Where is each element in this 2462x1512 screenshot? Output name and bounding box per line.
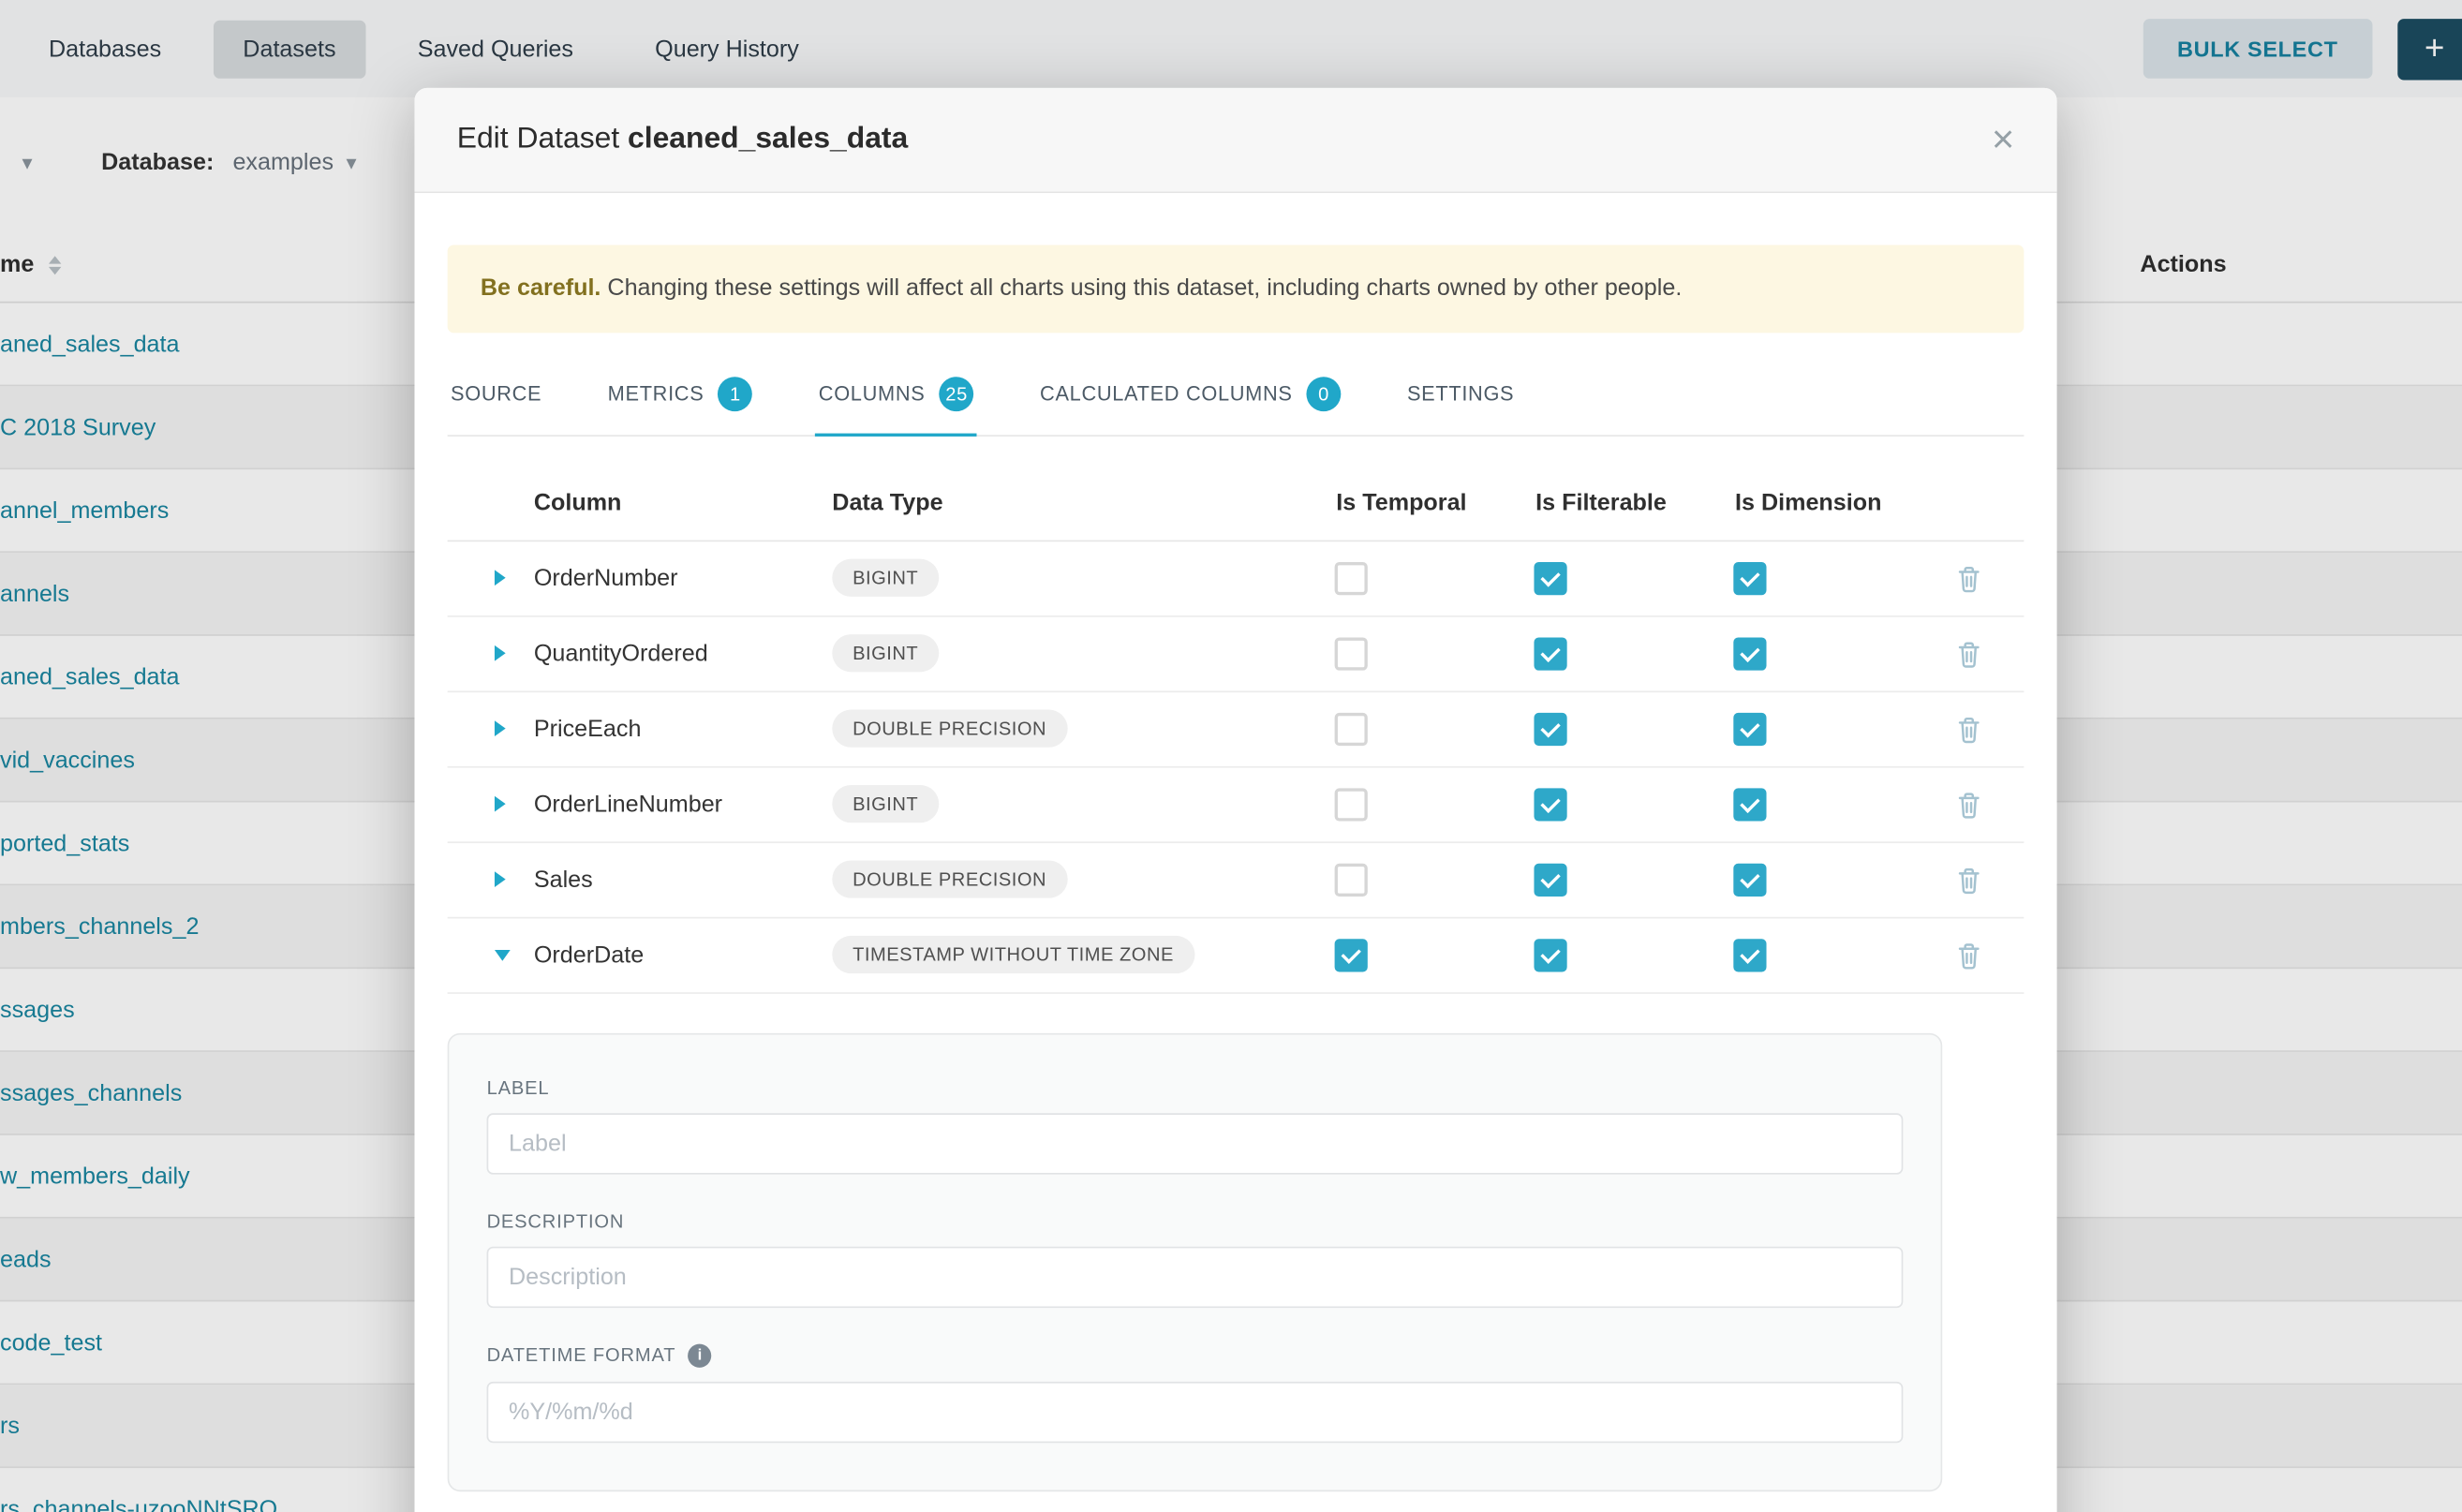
modal-body: Be careful. Changing these settings will… [414, 193, 2056, 1512]
tab-columns[interactable]: COLUMNS 25 [815, 367, 977, 437]
is-dimension-checkbox[interactable] [1733, 939, 1766, 971]
delete-column-icon[interactable] [1955, 563, 1983, 593]
delete-column-icon[interactable] [1955, 639, 1983, 669]
expand-caret-icon[interactable] [495, 872, 506, 888]
modal-title-dataset-name: cleaned_sales_data [628, 123, 908, 156]
is-dimension-checkbox[interactable] [1733, 788, 1766, 821]
warning-banner: Be careful. Changing these settings will… [448, 245, 2024, 332]
tab-label: METRICS [608, 382, 704, 406]
column-name: Sales [534, 867, 832, 893]
tab-label: COLUMNS [819, 382, 926, 406]
tab-calculated-columns[interactable]: CALCULATED COLUMNS 0 [1037, 367, 1344, 437]
column-row: OrderLineNumber BIGINT [448, 767, 2024, 842]
is-filterable-checkbox[interactable] [1534, 712, 1566, 745]
count-badge: 25 [940, 377, 974, 411]
is-temporal-header: Is Temporal [1252, 490, 1451, 516]
column-detail-panel: LABEL DESCRIPTION DATETIME FORMAT i [448, 1032, 1943, 1490]
warning-text: Changing these settings will affect all … [607, 274, 1682, 301]
column-row: QuantityOrdered BIGINT [448, 616, 2024, 691]
tab-label: CALCULATED COLUMNS [1040, 382, 1293, 406]
is-dimension-checkbox[interactable] [1733, 712, 1766, 745]
tab-label: SETTINGS [1407, 382, 1514, 406]
modal-header: Edit Dataset cleaned_sales_data × [414, 88, 2056, 193]
is-filterable-checkbox[interactable] [1534, 939, 1566, 971]
info-icon[interactable]: i [689, 1343, 712, 1367]
column-name: PriceEach [534, 716, 832, 742]
modal-tabs: SOURCE METRICS 1 COLUMNS 25 CALCULATED C… [448, 367, 2024, 437]
label-field-label: LABEL [487, 1076, 1904, 1098]
column-header: Column [534, 490, 832, 516]
description-field-label: DESCRIPTION [487, 1210, 1904, 1232]
modal-title-prefix: Edit Dataset [457, 123, 619, 156]
is-dimension-checkbox[interactable] [1733, 562, 1766, 595]
delete-column-icon[interactable] [1955, 714, 1983, 744]
column-row: Sales DOUBLE PRECISION [448, 843, 2024, 918]
is-dimension-checkbox[interactable] [1733, 637, 1766, 670]
data-type-pill: BIGINT [832, 785, 939, 823]
data-type-pill: DOUBLE PRECISION [832, 861, 1067, 898]
label-input[interactable] [487, 1113, 1904, 1174]
data-type-pill: BIGINT [832, 635, 939, 673]
is-dimension-checkbox[interactable] [1733, 863, 1766, 896]
expand-caret-icon[interactable] [495, 571, 506, 586]
column-name: OrderLineNumber [534, 791, 832, 817]
is-temporal-checkbox[interactable] [1335, 939, 1368, 971]
column-row: PriceEach DOUBLE PRECISION [448, 692, 2024, 767]
data-type-pill: BIGINT [832, 559, 939, 597]
delete-column-icon[interactable] [1955, 941, 1983, 971]
datetime-format-label-text: DATETIME FORMAT [487, 1344, 676, 1366]
warning-bold-text: Be careful. [481, 274, 601, 301]
data-type-pill: DOUBLE PRECISION [832, 710, 1067, 748]
datetime-format-field-label: DATETIME FORMAT i [487, 1343, 1904, 1367]
label-field-label-text: LABEL [487, 1076, 550, 1098]
column-row: OrderDate TIMESTAMP WITHOUT TIME ZONE [448, 918, 2024, 993]
delete-column-icon[interactable] [1955, 865, 1983, 895]
column-name: OrderDate [534, 941, 832, 968]
is-filterable-checkbox[interactable] [1534, 863, 1566, 896]
expand-caret-icon[interactable] [495, 721, 506, 737]
is-dimension-header: Is Dimension [1650, 490, 1849, 516]
count-badge: 1 [719, 377, 753, 411]
expand-caret-icon[interactable] [495, 796, 506, 812]
description-field-label-text: DESCRIPTION [487, 1210, 625, 1232]
is-temporal-checkbox[interactable] [1335, 712, 1368, 745]
is-temporal-checkbox[interactable] [1335, 863, 1368, 896]
modal-title: Edit Dataset cleaned_sales_data [457, 123, 909, 157]
delete-column-icon[interactable] [1955, 790, 1983, 820]
column-name: QuantityOrdered [534, 640, 832, 666]
is-filterable-header: Is Filterable [1451, 490, 1651, 516]
is-filterable-checkbox[interactable] [1534, 788, 1566, 821]
tab-source[interactable]: SOURCE [448, 367, 545, 437]
is-temporal-checkbox[interactable] [1335, 788, 1368, 821]
count-badge: 0 [1307, 377, 1342, 411]
is-filterable-checkbox[interactable] [1534, 637, 1566, 670]
column-name: OrderNumber [534, 565, 832, 591]
tab-label: SOURCE [451, 382, 541, 406]
datetime-format-input[interactable] [487, 1381, 1904, 1442]
tab-metrics[interactable]: METRICS 1 [604, 367, 755, 437]
expand-caret-icon[interactable] [495, 645, 506, 661]
close-icon[interactable]: × [1992, 120, 2014, 159]
is-temporal-checkbox[interactable] [1335, 637, 1368, 670]
column-row: OrderNumber BIGINT [448, 541, 2024, 616]
tab-settings[interactable]: SETTINGS [1404, 367, 1518, 437]
data-type-header: Data Type [832, 490, 1251, 516]
app-root: Databases Datasets Saved Queries Query H… [0, 0, 2462, 1512]
data-type-pill: TIMESTAMP WITHOUT TIME ZONE [832, 936, 1194, 973]
edit-dataset-modal: Edit Dataset cleaned_sales_data × Be car… [414, 88, 2056, 1512]
columns-table-header: Column Data Type Is Temporal Is Filterab… [448, 467, 2024, 541]
description-input[interactable] [487, 1246, 1904, 1307]
is-temporal-checkbox[interactable] [1335, 562, 1368, 595]
collapse-caret-icon[interactable] [495, 950, 511, 961]
is-filterable-checkbox[interactable] [1534, 562, 1566, 595]
